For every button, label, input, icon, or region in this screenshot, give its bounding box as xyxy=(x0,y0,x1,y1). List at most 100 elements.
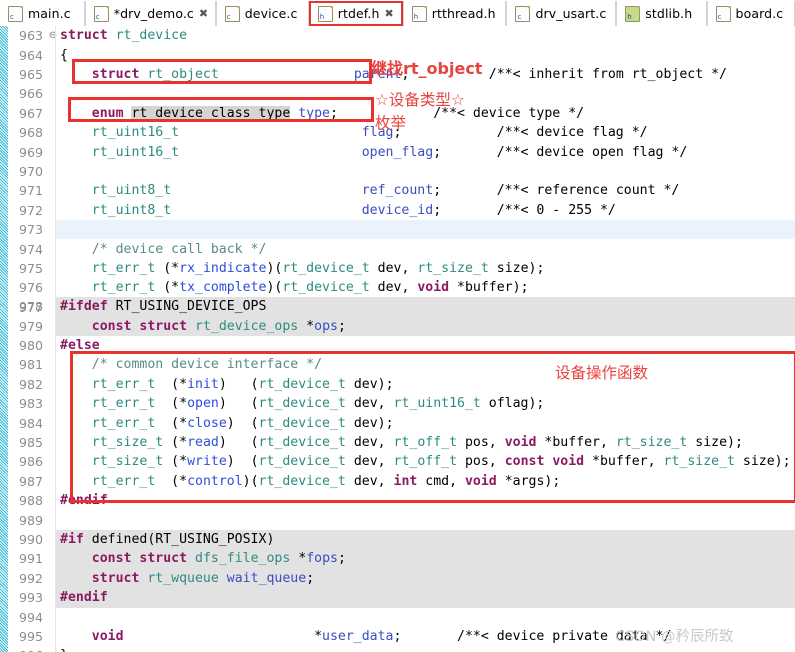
code-line[interactable]: 978 #ifdef RT_USING_DEVICE_OPS xyxy=(0,297,795,316)
line-number: 978 xyxy=(18,299,43,315)
code-line[interactable]: 982 rt_err_t (*init) (rt_device_t dev); xyxy=(0,375,795,394)
line-number: 967 xyxy=(18,105,43,121)
line-number: 986 xyxy=(18,454,43,470)
code-line[interactable]: 989 xyxy=(0,510,795,529)
line-number: 975 xyxy=(18,260,43,276)
line-number: 991 xyxy=(18,551,43,567)
code-line[interactable]: 971 rt_uint8_t ref_count; /**< reference… xyxy=(0,181,795,200)
line-number: 968 xyxy=(18,125,43,141)
code-line[interactable]: 981 /* common device interface */ xyxy=(0,355,795,374)
code-text: rt_uint16_t open_flag; /**< device open … xyxy=(91,144,688,160)
code-text: rt_uint8_t ref_count; /**< reference cou… xyxy=(91,183,680,199)
code-line[interactable]: 996 }; xyxy=(0,646,795,652)
fold-toggle-icon[interactable]: ⊖ xyxy=(47,30,59,41)
code-line[interactable]: 984 rt_err_t (*close) (rt_device_t dev); xyxy=(0,413,795,432)
code-line[interactable]: 976 rt_err_t (*tx_complete)(rt_device_t … xyxy=(0,278,795,297)
code-line[interactable]: 991 const struct dfs_file_ops *fops; xyxy=(0,549,795,568)
code-text: rt_uint8_t device_id; /**< 0 - 255 */ xyxy=(91,202,616,218)
tab-main-c[interactable]: c main.c xyxy=(0,1,85,26)
line-number: 966 xyxy=(18,86,43,102)
line-number: 973 xyxy=(18,222,43,238)
code-line[interactable]: 988 #endif xyxy=(0,491,795,510)
tab-label: main.c xyxy=(28,6,71,21)
code-text: rt_err_t (*control)(rt_device_t dev, int… xyxy=(91,473,561,489)
tab-board-c[interactable]: c board.c xyxy=(706,1,795,26)
tab-drv-demo-c[interactable]: c *drv_demo.c ✖ xyxy=(84,1,216,26)
occurrence-highlight: rt_device_class_type xyxy=(131,105,291,121)
line-number: 984 xyxy=(18,415,43,431)
tab-rtthread-h[interactable]: h rtthread.h xyxy=(402,1,507,26)
line-number: 996 xyxy=(0,648,47,652)
annotation-device-type: ☆设备类型☆ xyxy=(375,91,465,109)
code-text: }; xyxy=(59,648,795,652)
code-text: rt_err_t (*close) (rt_device_t dev); xyxy=(91,415,394,431)
code-line[interactable]: 983 rt_err_t (*open) (rt_device_t dev, r… xyxy=(0,394,795,413)
tab-label: board.c xyxy=(735,6,784,21)
line-number: 989 xyxy=(18,512,43,528)
code-text: rt_err_t (*rx_indicate)(rt_device_t dev,… xyxy=(91,260,545,276)
c-file-icon: c xyxy=(515,5,531,22)
close-icon[interactable]: ✖ xyxy=(384,8,393,19)
code-line[interactable]: 986 rt_size_t (*write) (rt_device_t dev,… xyxy=(0,452,795,471)
c-file-icon: c xyxy=(715,5,731,22)
line-number: 972 xyxy=(18,202,43,218)
code-line[interactable]: 990 #if defined(RT_USING_POSIX) xyxy=(0,530,795,549)
code-text: /* common device interface */ xyxy=(91,357,323,373)
code-line[interactable]: 985 rt_size_t (*read) (rt_device_t dev, … xyxy=(0,433,795,452)
code-line[interactable]: 972 rt_uint8_t device_id; /**< 0 - 255 *… xyxy=(0,201,795,220)
line-number: 981 xyxy=(18,357,43,373)
close-icon[interactable]: ✖ xyxy=(199,8,208,19)
line-number: 964 xyxy=(18,47,43,63)
code-line[interactable]: 970 xyxy=(0,162,795,181)
tab-label: drv_usart.c xyxy=(535,6,607,21)
code-line[interactable]: 973 xyxy=(0,220,795,239)
tab-stdlib-h[interactable]: h stdlib.h xyxy=(616,1,707,26)
code-text: #ifdef RT_USING_DEVICE_OPS xyxy=(60,299,267,315)
code-line[interactable]: 993 #endif xyxy=(0,588,795,607)
code-line[interactable]: 994 xyxy=(0,607,795,626)
annotation-device-ops-funcs: 设备操作函数 xyxy=(555,364,649,382)
code-text: #else xyxy=(60,337,100,353)
code-line[interactable]: 969 rt_uint16_t open_flag; /**< device o… xyxy=(0,142,795,161)
line-number: 979 xyxy=(18,318,43,334)
code-line[interactable]: 979 const struct rt_device_ops *ops; xyxy=(0,316,795,335)
code-text: struct rt_device xyxy=(60,28,188,44)
c-file-icon: c xyxy=(93,5,109,22)
code-text: rt_size_t (*write) (rt_device_t dev, rt_… xyxy=(91,454,791,470)
editor-window: c main.c c *drv_demo.c ✖ c device.c h rt… xyxy=(0,0,795,652)
code-text: rt_err_t (*open) (rt_device_t dev, rt_ui… xyxy=(91,396,545,412)
line-number: 963 xyxy=(18,28,43,44)
annotation-inherit-rt-object: 继找rt_object xyxy=(371,59,483,78)
code-text: /* device call back */ xyxy=(91,241,267,257)
tab-label: device.c xyxy=(244,6,298,21)
line-number: 992 xyxy=(18,570,43,586)
code-text: struct rt_wqueue wait_queue; xyxy=(91,570,315,586)
code-line[interactable]: 980 #else xyxy=(0,336,795,355)
code-text: #if defined(RT_USING_POSIX) xyxy=(60,531,275,547)
line-number: 983 xyxy=(18,396,43,412)
line-number: 994 xyxy=(18,609,43,625)
code-line[interactable]: 992 struct rt_wqueue wait_queue; xyxy=(0,569,795,588)
tab-drv-usart-c[interactable]: c drv_usart.c xyxy=(506,1,617,26)
line-number: 990 xyxy=(18,531,43,547)
line-number: 976 xyxy=(18,280,43,296)
line-number: 965 xyxy=(18,66,43,82)
editor-tab-bar: c main.c c *drv_demo.c ✖ c device.c h rt… xyxy=(0,0,795,27)
line-number: 980 xyxy=(18,337,43,353)
tab-rtdef-h[interactable]: h rtdef.h ✖ xyxy=(308,1,403,26)
tab-label: rtthread.h xyxy=(431,6,496,21)
code-line[interactable]: 975 rt_err_t (*rx_indicate)(rt_device_t … xyxy=(0,259,795,278)
code-line[interactable]: 963 ⊖ struct rt_device xyxy=(0,26,795,45)
line-number: 988 xyxy=(18,493,43,509)
gutter-separator xyxy=(55,26,56,652)
code-line[interactable]: 974 /* device call back */ xyxy=(0,239,795,258)
code-text: const struct rt_device_ops *ops; xyxy=(91,318,346,334)
code-line[interactable]: 987 rt_err_t (*control)(rt_device_t dev,… xyxy=(0,472,795,491)
code-text: rt_uint16_t flag; /**< device flag */ xyxy=(91,125,648,141)
line-number: 974 xyxy=(18,241,43,257)
line-number: 993 xyxy=(18,590,43,606)
tab-device-c[interactable]: c device.c xyxy=(215,1,309,26)
tab-label: rtdef.h xyxy=(337,6,380,21)
c-file-icon: c xyxy=(8,5,23,22)
c-file-icon: c xyxy=(224,5,240,22)
